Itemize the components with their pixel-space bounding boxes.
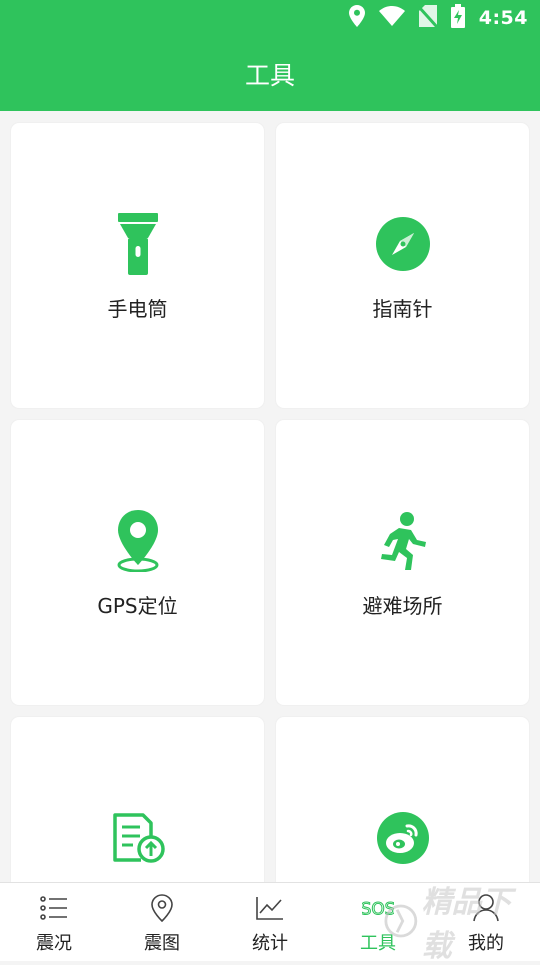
wifi-icon [378,6,405,30]
tool-label: 手电筒 [107,297,168,321]
tab-earthquake-map[interactable]: 震图 [108,883,216,961]
tool-card-weibo[interactable] [276,717,529,882]
tool-grid: 手电筒 指南针 GPS定位 避难场所 [0,111,540,882]
tab-statistics[interactable]: 统计 [216,883,324,961]
tab-label: 统计 [252,933,288,954]
tool-card-gps[interactable]: GPS定位 [11,420,264,705]
location-icon [348,5,365,31]
status-icons: 4:54 [348,4,528,32]
status-bar: 4:54 [0,0,540,36]
tool-card-flashlight[interactable]: 手电筒 [11,123,264,408]
tool-card-shelter[interactable]: 避难场所 [276,420,529,705]
compass-icon [370,211,436,277]
location-pin-outline-icon [146,892,178,924]
app-bar: 工具 [0,36,540,111]
tool-label: 避难场所 [362,594,443,618]
tool-card-report[interactable] [11,717,264,882]
line-chart-icon [254,892,286,924]
battery-charging-icon [450,4,465,32]
weibo-icon [370,805,436,871]
tab-label: 震图 [144,933,180,954]
page-title: 工具 [244,60,295,90]
flashlight-icon [105,211,171,277]
tool-card-compass[interactable]: 指南针 [276,123,529,408]
no-sim-icon [417,5,438,31]
tab-label: 震况 [36,933,72,954]
report-upload-icon [105,805,171,871]
list-icon [38,892,70,924]
tab-earthquake-list[interactable]: 震况 [0,883,108,961]
running-person-icon [370,508,436,574]
map-pin-icon [105,508,171,574]
watermark-text: 精品下载 [421,885,512,964]
tool-label: GPS定位 [97,594,178,618]
status-time: 4:54 [478,7,528,29]
watermark-logo: 精品下载 [384,885,534,964]
tool-label: 指南针 [372,297,433,321]
